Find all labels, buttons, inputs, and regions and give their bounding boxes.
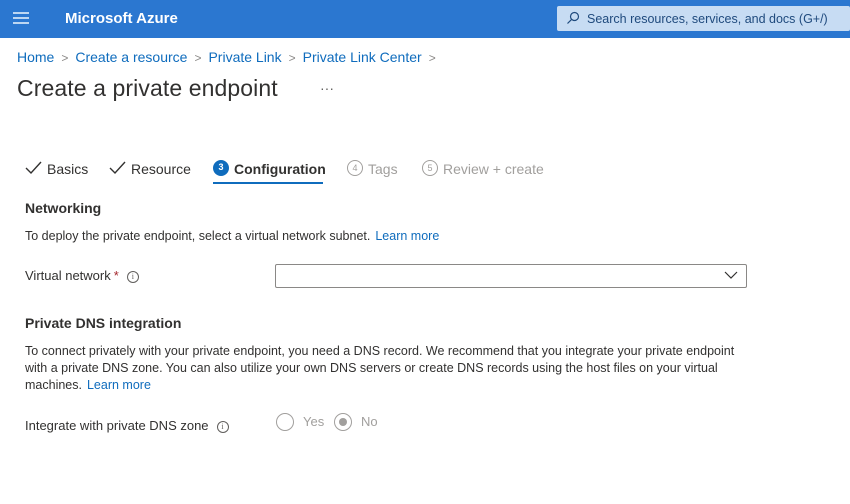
tab-label: Configuration <box>234 161 326 177</box>
checkmark-icon <box>25 161 42 175</box>
networking-description-text: To deploy the private endpoint, select a… <box>25 229 371 243</box>
integrate-dns-label: Integrate with private DNS zone i <box>25 418 229 433</box>
active-tab-indicator <box>213 182 323 184</box>
info-icon[interactable]: i <box>216 420 229 433</box>
chevron-down-icon <box>724 271 738 279</box>
search-icon <box>567 11 580 24</box>
breadcrumb-create-resource[interactable]: Create a resource <box>75 49 187 65</box>
checkmark-icon <box>109 161 126 175</box>
networking-learn-more-link[interactable]: Learn more <box>375 229 439 243</box>
virtual-network-dropdown[interactable] <box>275 264 747 288</box>
tab-label: Tags <box>368 161 398 177</box>
radio-label: No <box>361 414 378 429</box>
page-title: Create a private endpoint <box>17 75 278 101</box>
top-bar: Microsoft Azure <box>0 0 850 38</box>
radio-circle-unselected <box>276 413 294 431</box>
networking-description: To deploy the private endpoint, select a… <box>25 228 439 245</box>
virtual-network-label-text: Virtual network <box>25 268 111 283</box>
networking-section-title: Networking <box>25 200 102 216</box>
tab-review-create[interactable]: 5 Review + create <box>422 158 544 188</box>
dns-description: To connect privately with your private e… <box>25 343 745 394</box>
step-number-badge: 4 <box>347 160 363 176</box>
tab-basics[interactable]: Basics <box>25 158 89 188</box>
tab-configuration[interactable]: 3 Configuration <box>213 158 326 188</box>
tab-resource[interactable]: Resource <box>109 158 191 188</box>
step-number-badge: 3 <box>213 160 229 176</box>
global-search[interactable] <box>557 6 850 31</box>
integrate-dns-label-text: Integrate with private DNS zone <box>25 418 209 433</box>
radio-circle-selected <box>334 413 352 431</box>
search-input[interactable] <box>587 6 847 31</box>
tab-label: Resource <box>131 161 191 177</box>
tab-label: Review + create <box>443 161 544 177</box>
required-asterisk: * <box>113 268 119 283</box>
tab-tags[interactable]: 4 Tags <box>347 158 399 188</box>
tab-label: Basics <box>47 161 89 177</box>
radio-label: Yes <box>303 414 325 429</box>
breadcrumb-private-link[interactable]: Private Link <box>208 49 281 65</box>
more-options-button[interactable]: ··· <box>320 80 334 96</box>
brand-title[interactable]: Microsoft Azure <box>65 10 178 27</box>
info-icon[interactable]: i <box>126 270 139 283</box>
breadcrumb-separator: > <box>194 51 202 65</box>
hamburger-menu-icon[interactable] <box>13 12 29 26</box>
breadcrumb-home[interactable]: Home <box>17 49 54 65</box>
breadcrumb-separator: > <box>61 51 69 65</box>
step-number-badge: 5 <box>422 160 438 176</box>
virtual-network-label: Virtual network * i <box>25 268 139 283</box>
breadcrumb: Home > Create a resource > Private Link > Priv… <box>17 49 443 65</box>
dns-learn-more-link[interactable]: Learn more <box>87 378 151 392</box>
breadcrumb-private-link-center[interactable]: Private Link Center <box>303 49 422 65</box>
radio-selected-dot <box>339 418 347 426</box>
dns-section-title: Private DNS integration <box>25 315 182 331</box>
breadcrumb-separator: > <box>428 51 436 65</box>
breadcrumb-separator: > <box>288 51 296 65</box>
